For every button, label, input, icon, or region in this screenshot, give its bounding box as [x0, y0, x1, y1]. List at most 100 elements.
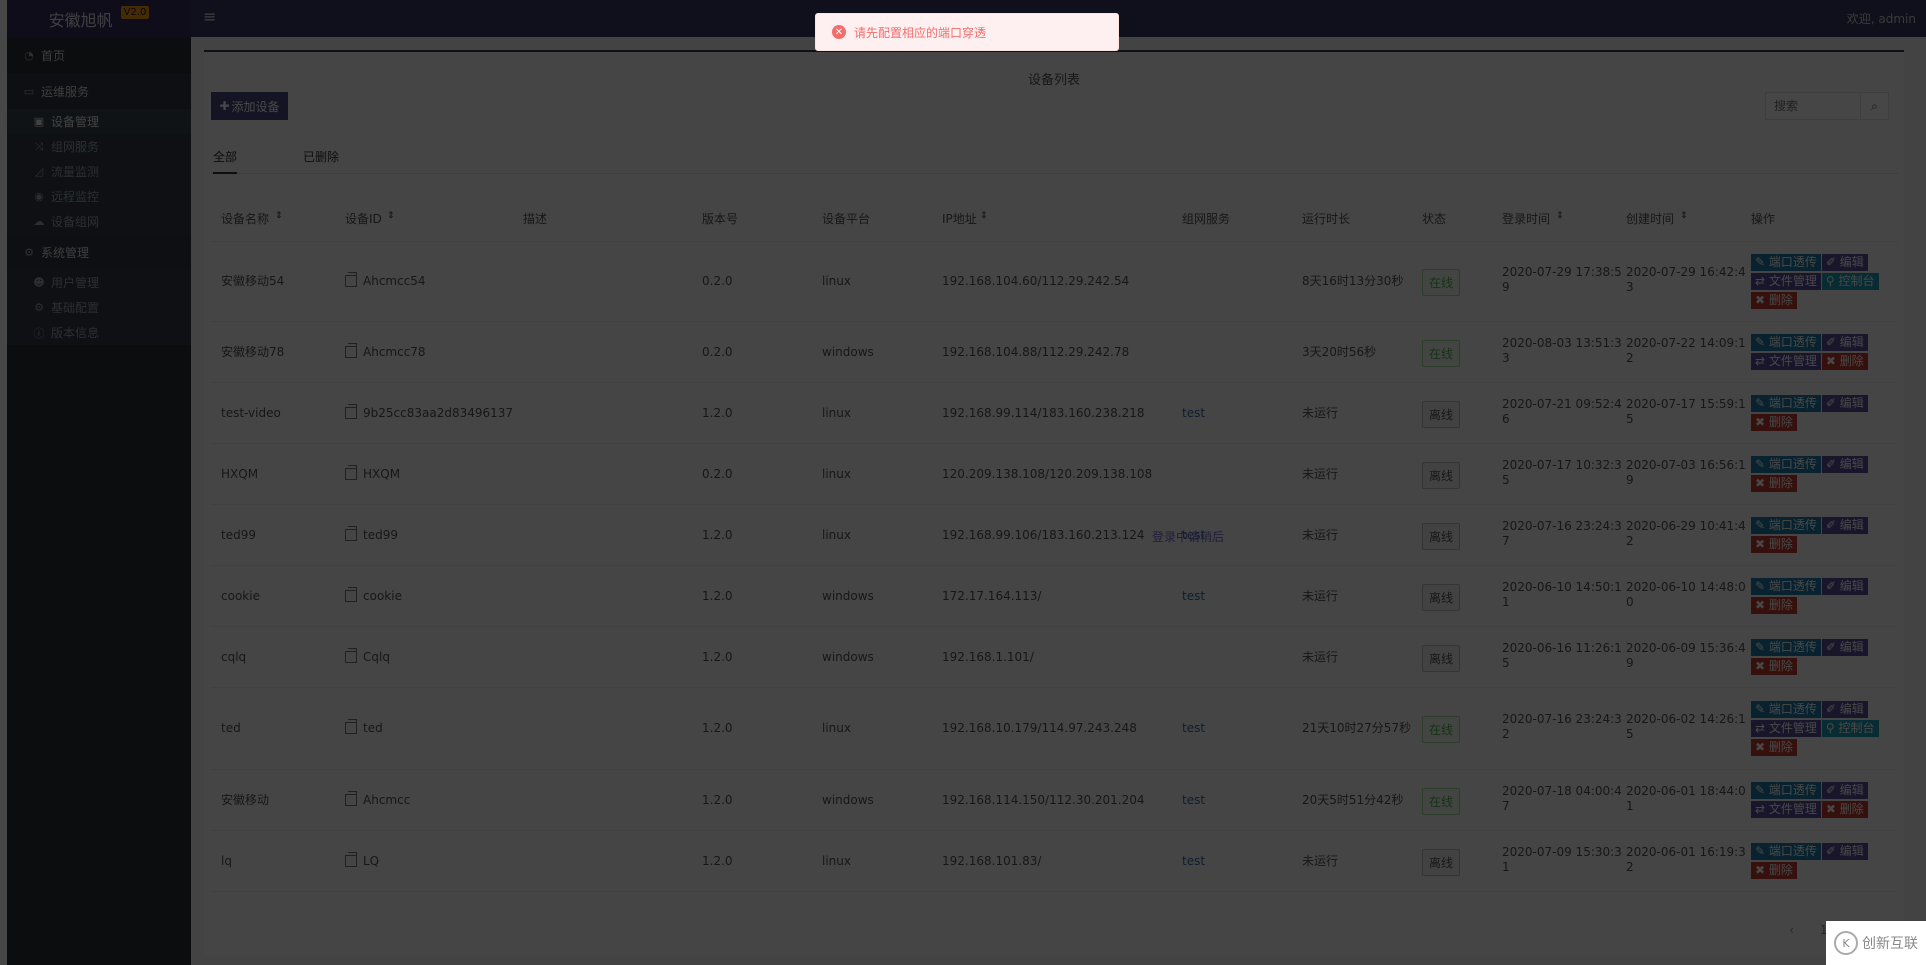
delete-button[interactable]: ✖ 删除: [1751, 413, 1797, 431]
port-forward-button[interactable]: ✎ 端口透传: [1751, 700, 1821, 718]
port-forward-button[interactable]: ✎ 端口透传: [1751, 577, 1821, 595]
sidebar-item-device-network[interactable]: ☁ 设备组网: [7, 209, 191, 234]
network-service-link[interactable]: test: [1182, 406, 1205, 421]
copy-icon[interactable]: [345, 464, 357, 480]
tab-all[interactable]: 全部: [213, 148, 237, 174]
brand[interactable]: 安徽旭帆 V2.0: [7, 0, 191, 37]
port-forward-button[interactable]: ✎ 端口透传: [1751, 638, 1821, 656]
created-time: 2020-07-29 16:42:4 3: [1626, 265, 1746, 295]
edit-button[interactable]: ✐ 编辑: [1821, 638, 1868, 656]
sidebar-item-traffic[interactable]: ◿ 流量监测: [7, 159, 191, 184]
delete-button[interactable]: ✖ 删除: [1821, 800, 1868, 818]
copy-icon[interactable]: [345, 586, 357, 602]
sidebar-item-remote-monitor[interactable]: ◉ 远程监控: [7, 184, 191, 209]
delete-button[interactable]: ✖ 删除: [1751, 861, 1797, 879]
edit-button[interactable]: ✐ 编辑: [1821, 781, 1868, 799]
sidebar-item-users[interactable]: ☻ 用户管理: [7, 270, 191, 295]
copy-icon[interactable]: [345, 719, 357, 734]
delete-button[interactable]: ✖ 删除: [1751, 596, 1797, 614]
welcome-text[interactable]: 欢迎, admin: [1847, 10, 1916, 27]
brand-name: 安徽旭帆: [48, 10, 113, 30]
sort-icon[interactable]: ⇕: [1556, 211, 1564, 221]
platform: linux: [822, 466, 851, 481]
edit-button[interactable]: ✐ 编辑: [1821, 577, 1868, 595]
column-header[interactable]: 设备ID: [345, 210, 382, 227]
file-manager-button[interactable]: ⇄ 文件管理: [1751, 272, 1821, 290]
sort-icon[interactable]: ⇕: [275, 211, 283, 221]
search-icon[interactable]: ⌕: [1860, 93, 1888, 119]
menu-toggle-icon[interactable]: ≡: [203, 7, 216, 26]
sidebar-item-label: 组网服务: [51, 140, 100, 154]
edit-button[interactable]: ✐ 编辑: [1821, 842, 1868, 860]
port-forward-icon: ✎: [1755, 456, 1769, 471]
port-forward-button[interactable]: ✎ 端口透传: [1751, 842, 1821, 860]
sidebar-group-ops[interactable]: ▭ 运维服务: [7, 73, 191, 109]
copy-icon[interactable]: [345, 851, 357, 867]
copy-icon[interactable]: [345, 342, 357, 358]
port-forward-button[interactable]: ✎ 端口透传: [1751, 516, 1821, 534]
pager-prev[interactable]: ‹: [1789, 923, 1794, 937]
tab-deleted[interactable]: 已删除: [303, 148, 339, 174]
console-button[interactable]: ⚲ 控制台: [1821, 719, 1879, 737]
add-device-label: 添加设备: [231, 99, 280, 114]
login-time-line: 2020-06-10 14:50:1: [1502, 579, 1622, 594]
sort-icon[interactable]: ⇕: [980, 211, 988, 221]
column-header[interactable]: IP地址: [942, 210, 977, 227]
copy-icon[interactable]: [345, 647, 357, 663]
network-service-link[interactable]: test: [1182, 854, 1205, 869]
version: 0.2.0: [702, 274, 733, 288]
copy-icon[interactable]: [345, 790, 357, 806]
delete-button[interactable]: ✖ 删除: [1751, 474, 1797, 492]
port-forward-button[interactable]: ✎ 端口透传: [1751, 253, 1821, 271]
port-forward-icon: ✎: [1755, 254, 1769, 269]
network-service-link[interactable]: test: [1182, 589, 1205, 604]
copy-icon[interactable]: [345, 525, 357, 541]
sidebar-item-network-service[interactable]: ⤨ 组网服务: [7, 134, 191, 159]
port-forward-button[interactable]: ✎ 端口透传: [1751, 781, 1821, 799]
add-device-button[interactable]: ✚ 添加设备: [211, 92, 288, 120]
delete-button[interactable]: ✖ 删除: [1821, 352, 1868, 370]
port-forward-button[interactable]: ✎ 端口透传: [1751, 394, 1821, 412]
console-button[interactable]: ⚲ 控制台: [1821, 272, 1879, 290]
copy-icon[interactable]: [345, 403, 357, 419]
delete-button[interactable]: ✖ 删除: [1751, 657, 1797, 675]
sidebar-item-basic-config[interactable]: ⚙ 基础配置: [7, 295, 191, 320]
sidebar-item-version[interactable]: ⓘ 版本信息: [7, 320, 191, 345]
sidebar-item-home[interactable]: ◔ 首页: [7, 37, 191, 73]
edit-button[interactable]: ✐ 编辑: [1821, 700, 1868, 718]
table-row: cqlq Cqlq 1.2.0 windows 192.168.1.101/未运行 离线 2…: [211, 627, 1898, 688]
edit-button[interactable]: ✐ 编辑: [1821, 333, 1868, 351]
file-manager-button[interactable]: ⇄ 文件管理: [1751, 719, 1821, 737]
edit-button[interactable]: ✐ 编辑: [1821, 516, 1868, 534]
button-label: 文件管理: [1768, 353, 1817, 368]
watermark-text: 创新互联: [1862, 936, 1918, 952]
delete-button[interactable]: ✖ 删除: [1751, 535, 1797, 553]
search-input[interactable]: [1766, 93, 1860, 119]
column-header[interactable]: 登录时间: [1502, 210, 1550, 227]
sort-icon[interactable]: ⇕: [1680, 211, 1688, 221]
column-header[interactable]: 创建时间: [1626, 210, 1674, 227]
column-header[interactable]: 设备名称: [221, 210, 269, 227]
sort-icon[interactable]: ⇕: [387, 211, 395, 221]
edit-button[interactable]: ✐ 编辑: [1821, 455, 1868, 473]
file-manager-button[interactable]: ⇄ 文件管理: [1751, 800, 1821, 818]
delete-button[interactable]: ✖ 删除: [1751, 291, 1797, 309]
console-icon: ⚲: [1825, 273, 1839, 288]
login-time-line: 1: [1502, 594, 1510, 609]
copy-icon[interactable]: [345, 272, 357, 287]
edit-button[interactable]: ✐ 编辑: [1821, 253, 1868, 271]
delete-button[interactable]: ✖ 删除: [1751, 738, 1797, 756]
port-forward-button[interactable]: ✎ 端口透传: [1751, 455, 1821, 473]
sidebar-item-device-management[interactable]: ▣ 设备管理: [7, 109, 191, 134]
button-label: 删除: [1839, 353, 1864, 368]
edit-button[interactable]: ✐ 编辑: [1821, 394, 1868, 412]
network-service-link[interactable]: test: [1182, 793, 1205, 808]
button-label: 编辑: [1839, 782, 1864, 797]
file-manager-button[interactable]: ⇄ 文件管理: [1751, 352, 1821, 370]
platform: windows: [822, 792, 874, 807]
port-forward-button[interactable]: ✎ 端口透传: [1751, 333, 1821, 351]
sidebar-group-system[interactable]: ⚙ 系统管理: [7, 234, 191, 270]
app-window: 安徽旭帆 V2.0 ≡ 欢迎, admin ◔ 首页 ▭ 运维服务 ▣ 设备管理 ⤨ 组…: [7, 0, 1926, 965]
device-id-text: Ahcmcc78: [363, 344, 426, 359]
network-service-link[interactable]: test: [1182, 721, 1205, 736]
